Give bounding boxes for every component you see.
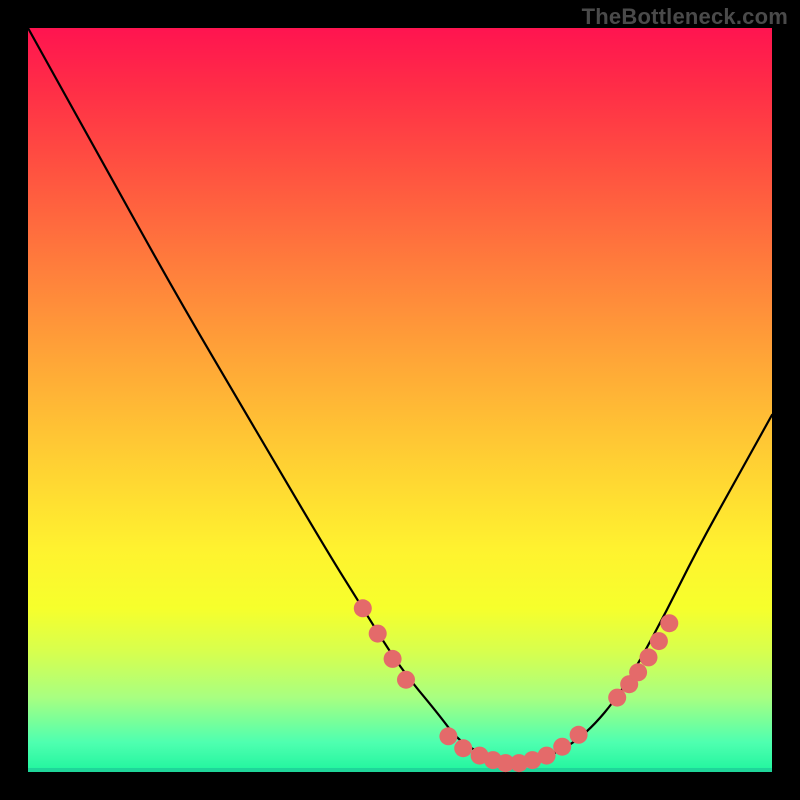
bottleneck-curve [28, 28, 772, 763]
highlight-dot [369, 625, 387, 643]
highlight-dot [397, 671, 415, 689]
highlight-dot [439, 727, 457, 745]
highlight-dots [354, 599, 679, 772]
highlight-dot [384, 650, 402, 668]
highlight-dot [660, 614, 678, 632]
chart-svg [28, 28, 772, 772]
highlight-dot [454, 739, 472, 757]
highlight-dot [629, 663, 647, 681]
highlight-dot [553, 738, 571, 756]
highlight-dot [640, 648, 658, 666]
highlight-dot [570, 726, 588, 744]
watermark-text: TheBottleneck.com [582, 4, 788, 30]
highlight-dot [538, 747, 556, 765]
chart-frame: TheBottleneck.com [0, 0, 800, 800]
plot-area [28, 28, 772, 772]
highlight-dot [650, 632, 668, 650]
highlight-dot [354, 599, 372, 617]
highlight-dot [608, 689, 626, 707]
